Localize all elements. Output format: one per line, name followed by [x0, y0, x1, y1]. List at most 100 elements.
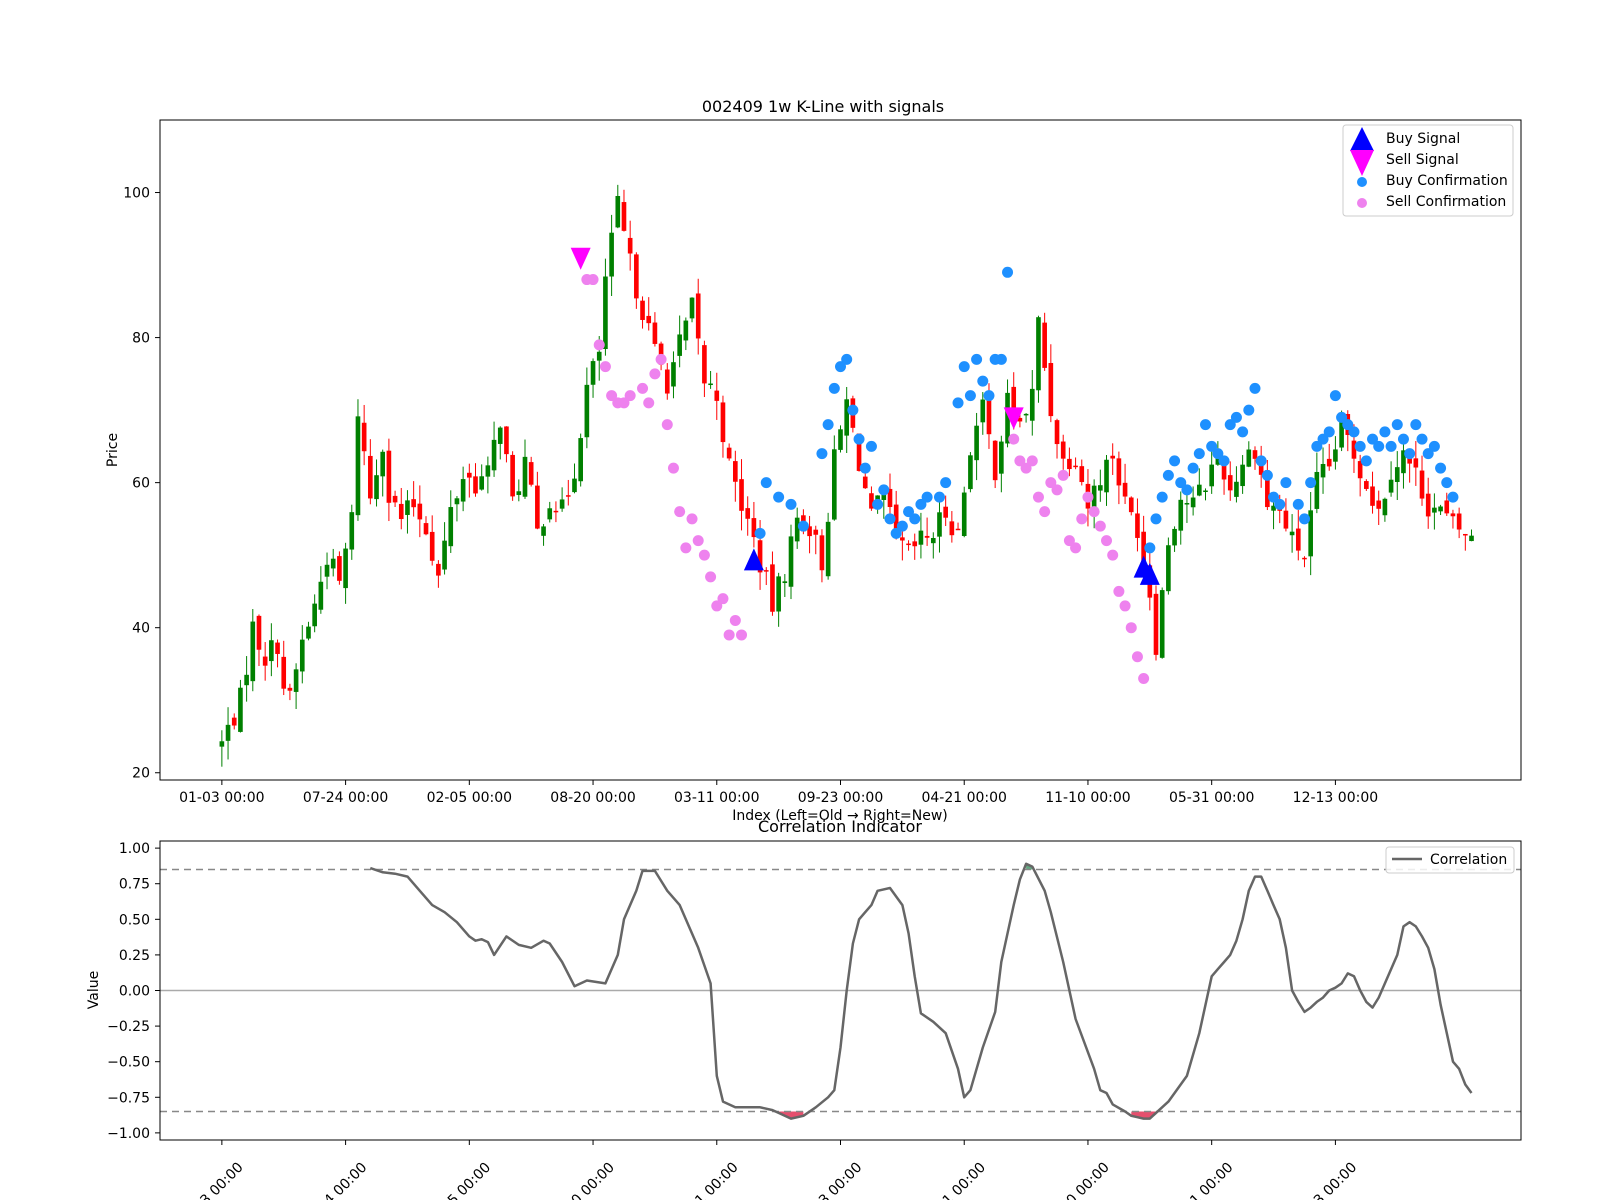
sell-confirmation-point	[1057, 469, 1069, 481]
sell-confirmation-point	[729, 614, 741, 626]
correlation-ytick-label: 0.75	[119, 877, 150, 893]
buy-confirmation-point	[878, 484, 890, 496]
candle-body	[1067, 458, 1072, 470]
kline-xtick-label: 08-20 00:00	[550, 790, 635, 806]
buy-confirmation-point	[952, 397, 964, 409]
candle-body	[794, 517, 800, 542]
candle-body	[565, 495, 571, 497]
buy-confirmation-point	[841, 353, 853, 365]
buy-confirmation-point	[1243, 404, 1255, 416]
candle-body	[677, 334, 682, 356]
sell-confirmation-point	[661, 419, 673, 431]
buy-confirmation-point	[983, 390, 995, 402]
buy-confirmation-point	[884, 513, 896, 525]
candle-body	[930, 538, 936, 544]
candle-body	[825, 521, 831, 577]
candle-body	[986, 397, 992, 435]
candle-body	[813, 529, 819, 535]
buy-confirmation-point	[1379, 426, 1391, 438]
candle-body	[330, 558, 336, 569]
correlation-reference-lines	[160, 868, 1521, 1113]
sell-confirmation-point	[680, 542, 692, 554]
candle-body	[763, 570, 769, 572]
sell-confirmation-point	[667, 462, 679, 474]
kline-ytick-label: 40	[132, 621, 150, 637]
kline-signals	[570, 247, 1160, 585]
buy-confirmation-point	[940, 477, 952, 489]
sell-confirmation-point	[1032, 491, 1044, 503]
candle-body	[702, 345, 707, 384]
kline-wicks	[221, 184, 1473, 767]
buy-confirmation-point	[1410, 419, 1422, 431]
candle-body	[1153, 593, 1159, 655]
candle-body	[411, 499, 416, 508]
candle-body	[1246, 449, 1252, 467]
candle-body	[900, 537, 905, 541]
sell-confirmation-point	[1082, 491, 1094, 503]
candle-body	[374, 475, 379, 500]
candle-body	[720, 402, 726, 443]
buy-confirmation-point	[773, 491, 785, 503]
candle-body	[1419, 470, 1425, 499]
candle-body	[281, 656, 287, 689]
candle-body	[250, 621, 256, 682]
buy-confirmation-point	[1298, 513, 1310, 525]
kline-ytick-label: 100	[123, 186, 150, 202]
candle-body	[1159, 590, 1165, 658]
sell-confirmation-point	[1119, 600, 1131, 612]
candle-body	[640, 300, 645, 320]
sell-confirmation-point	[674, 506, 686, 518]
buy-confirmation-point	[760, 477, 772, 489]
candle-body	[528, 462, 534, 485]
candle-body	[1469, 535, 1474, 542]
candle-body	[1209, 464, 1215, 487]
candle-body	[349, 512, 355, 550]
candle-body	[405, 500, 410, 515]
candle-body	[906, 543, 911, 546]
sell-confirmation-point	[599, 361, 611, 373]
correlation-xtick-label: 10 00:00	[1057, 1160, 1113, 1200]
buy-confirmation-point	[1150, 513, 1162, 525]
candle-body	[269, 640, 274, 662]
sell-confirmation-point	[717, 593, 729, 605]
candle-body	[1178, 499, 1184, 531]
candle-body	[553, 510, 559, 513]
candle-body	[1135, 513, 1140, 538]
candle-body	[844, 399, 850, 436]
candle-body	[695, 293, 701, 339]
candle-body	[776, 576, 781, 612]
candle-body	[634, 254, 639, 299]
correlation-panel: Correlation Indicator 1.00 0.75 0.50 0.25 0.…	[86, 817, 1522, 1200]
candle-body	[924, 535, 930, 538]
buy-confirmation-point	[865, 440, 877, 452]
candle-body	[912, 541, 918, 547]
kline-xtick-label: 03-11 00:00	[674, 790, 759, 806]
candle-body	[1289, 531, 1295, 536]
candle-body	[318, 581, 324, 610]
candle-body	[436, 563, 441, 576]
candle-body	[1184, 503, 1190, 505]
buy-confirmation-point	[1230, 411, 1242, 423]
candle-body	[838, 429, 843, 450]
correlation-ytick-label: −0.50	[107, 1055, 150, 1071]
candle-body	[244, 674, 249, 686]
candle-body	[980, 399, 986, 423]
correlation-ytick-label: 0.25	[119, 948, 150, 964]
candle-body	[1060, 441, 1066, 459]
candle-body	[417, 503, 423, 520]
candle-body	[609, 232, 614, 277]
sell-confirmation-point	[1070, 542, 1082, 554]
candle-body	[726, 447, 732, 459]
candle-body	[516, 491, 522, 495]
kline-xtick-label: 07-24 00:00	[303, 790, 388, 806]
candle-body	[1438, 506, 1443, 512]
buy-confirmation-point	[1002, 266, 1014, 278]
legend-buy-confirm-marker	[1357, 177, 1367, 187]
candle-body	[386, 450, 392, 503]
candle-body	[1314, 471, 1320, 509]
candle-body	[831, 449, 837, 520]
candle-body	[293, 669, 299, 692]
candle-body	[368, 455, 373, 499]
candle-body	[862, 476, 868, 489]
buy-confirmation-point	[1305, 477, 1317, 489]
